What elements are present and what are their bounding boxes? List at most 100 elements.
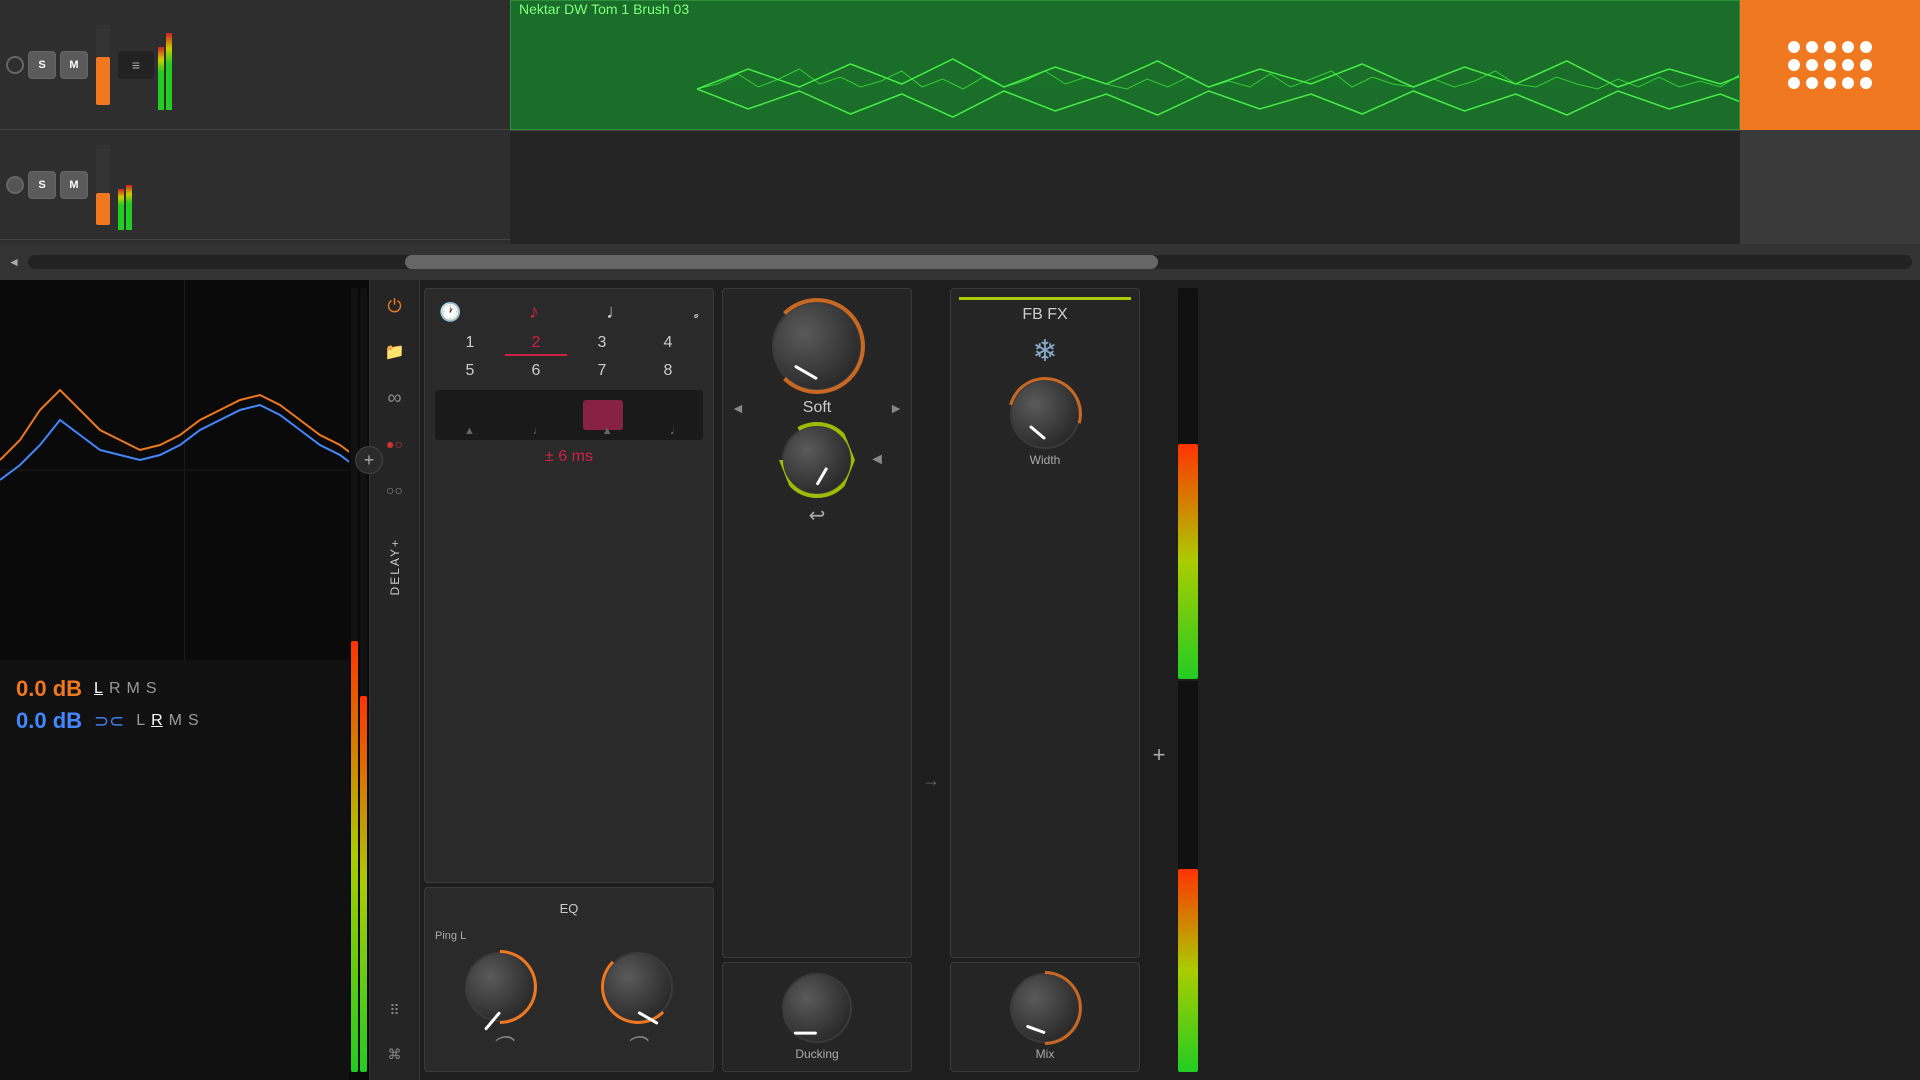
scrollbar-track[interactable] bbox=[28, 255, 1912, 269]
note-icon-half[interactable]: 𝅗 bbox=[693, 302, 699, 323]
track-solo-btn-2[interactable]: S bbox=[28, 171, 56, 199]
panel-arrow: → bbox=[916, 480, 946, 1080]
plugin-power-button[interactable]: ⏻ bbox=[377, 288, 413, 324]
ch-m-label-2[interactable]: M bbox=[169, 712, 182, 730]
track-record-btn-2[interactable] bbox=[6, 176, 24, 194]
logo-dot bbox=[1824, 77, 1836, 89]
scroll-left-arrow[interactable]: ◄ bbox=[8, 255, 20, 269]
circles-icon: ○○ bbox=[386, 482, 403, 498]
eq-knob-1-container bbox=[465, 952, 535, 1022]
logo-dot bbox=[1824, 59, 1836, 71]
track-solo-btn-1[interactable]: S bbox=[28, 51, 56, 79]
soft-next-arrow[interactable]: ► bbox=[889, 400, 903, 416]
ch-r-label-2[interactable]: R bbox=[151, 712, 163, 730]
track-menu-icon[interactable]: ≡ bbox=[132, 57, 140, 73]
grid-num-7[interactable]: 7 bbox=[571, 360, 633, 382]
logo-dot bbox=[1842, 59, 1854, 71]
mix-label: Mix bbox=[1036, 1047, 1055, 1061]
right-vu-fill-2 bbox=[1178, 869, 1198, 1072]
grid-num-8[interactable]: 8 bbox=[637, 360, 699, 382]
track-mute-btn-2[interactable]: M bbox=[60, 171, 88, 199]
grid-icon: ⠿ bbox=[389, 1002, 399, 1019]
time-value: ± 6 ms bbox=[545, 448, 593, 465]
grid-num-4[interactable]: 4 bbox=[637, 332, 699, 356]
right-vu-1 bbox=[1178, 288, 1198, 679]
folder-icon: 📁 bbox=[385, 342, 405, 362]
eq-knob-1[interactable] bbox=[465, 952, 535, 1022]
ch-r-label[interactable]: R bbox=[109, 680, 121, 698]
logo-dot bbox=[1806, 77, 1818, 89]
fbfx-title: FB FX bbox=[1022, 306, 1067, 323]
ch-s-label-2[interactable]: S bbox=[188, 712, 199, 730]
grid-numbers: 1 2 3 4 5 6 7 8 bbox=[435, 332, 703, 382]
vu-fill-right bbox=[360, 696, 367, 1072]
soft-knob2-container: ◄ bbox=[731, 425, 903, 495]
app-logo bbox=[1740, 0, 1920, 130]
grid-num-2[interactable]: 2 bbox=[505, 332, 567, 356]
grid-num-5[interactable]: 5 bbox=[439, 360, 501, 382]
plugin-circles-button[interactable]: ○○ bbox=[377, 472, 413, 508]
grid-num-6[interactable]: 6 bbox=[505, 360, 567, 382]
soft-nav: ◄ Soft ► bbox=[731, 399, 903, 417]
plugin-link-button[interactable]: ∞ bbox=[377, 380, 413, 416]
ducking-label: Ducking bbox=[795, 1047, 838, 1061]
note-icon-quarter[interactable]: ♩ bbox=[606, 301, 626, 324]
return-sync-icon[interactable]: ↩ bbox=[809, 503, 826, 528]
logo-dot bbox=[1824, 41, 1836, 53]
daw-bottom: + 0.0 dB L R M S 0.0 dB ⊃⊂ L R M S bbox=[0, 280, 1920, 1080]
track-record-btn-1[interactable] bbox=[6, 56, 24, 74]
grid-num-1[interactable]: 1 bbox=[439, 332, 501, 356]
plugin-key-button[interactable]: ⌘ bbox=[377, 1036, 413, 1072]
logo-dot bbox=[1788, 59, 1800, 71]
mix-section: Mix bbox=[950, 962, 1140, 1072]
delay-plugin-main: 🕐 ♪ ♩ 𝅗 1 2 3 4 5 6 7 8 ▲ ♩ bbox=[424, 288, 714, 1072]
track-timeline-2 bbox=[510, 130, 1740, 260]
playhead-arrow-4: 𝅘𝅥 bbox=[671, 425, 675, 438]
knob2-side-arrow[interactable]: ◄ bbox=[869, 451, 885, 469]
ch-l-label[interactable]: L bbox=[94, 680, 103, 698]
vu-strip-left bbox=[351, 288, 358, 1072]
soft-knob-2[interactable] bbox=[782, 425, 852, 495]
scope-waveform-svg bbox=[0, 280, 369, 660]
add-panel-btn[interactable]: + bbox=[1144, 430, 1174, 1080]
plugin-grid-button[interactable]: ⠿ bbox=[377, 992, 413, 1028]
fbfx-panel: FB FX ❄ Width bbox=[950, 288, 1140, 958]
lopass-filter-icon[interactable]: ⌒ bbox=[626, 1030, 646, 1059]
width-knob[interactable] bbox=[1010, 379, 1080, 449]
daw-top-area: S M ≡ S M bbox=[0, 0, 1920, 280]
hipass-filter-icon[interactable]: ⌒ bbox=[492, 1030, 512, 1059]
eq-section: EQ Ping L bbox=[424, 887, 714, 1072]
link-channels-icon[interactable]: ⊃⊂ bbox=[94, 711, 124, 732]
dotted-note-icon[interactable]: ♪ bbox=[529, 301, 539, 324]
soft-knob[interactable] bbox=[772, 301, 862, 391]
grid-num-3[interactable]: 3 bbox=[571, 332, 633, 356]
soft-panel: ◄ Soft ► ◄ ↩ bbox=[722, 288, 912, 958]
scrollbar-thumb[interactable] bbox=[405, 255, 1159, 269]
mix-knob[interactable] bbox=[1010, 973, 1080, 1043]
plugin-folder-button[interactable]: 📁 bbox=[377, 334, 413, 370]
logo-dot bbox=[1842, 41, 1854, 53]
soft-prev-arrow[interactable]: ◄ bbox=[731, 400, 745, 416]
audio-clip-1[interactable]: Nektar DW Tom 1 Brush 03 bbox=[510, 0, 1740, 130]
playhead-arrow-3: ♩ bbox=[533, 425, 544, 438]
ch-m-label-1[interactable]: M bbox=[127, 680, 140, 698]
eq-knob-2[interactable] bbox=[603, 952, 673, 1022]
width-knob-container: Width bbox=[1010, 379, 1080, 467]
clock-icon[interactable]: 🕐 bbox=[439, 302, 461, 323]
ch-l-label-2[interactable]: L bbox=[136, 712, 145, 730]
track-mute-btn-1[interactable]: M bbox=[60, 51, 88, 79]
add-plugin-button[interactable]: + bbox=[355, 446, 383, 474]
ducking-section: Ducking bbox=[722, 962, 912, 1072]
scope-vu-right bbox=[349, 280, 369, 1080]
eq-knob-2-container bbox=[603, 952, 673, 1022]
playhead-area[interactable]: ▲ ♩ ▲ 𝅘𝅥 bbox=[435, 390, 703, 440]
track-row-1: S M ≡ bbox=[0, 0, 510, 130]
ch-s-label-1[interactable]: S bbox=[146, 680, 157, 698]
ducking-knob[interactable] bbox=[782, 973, 852, 1043]
channel-label-row-2: L R M S bbox=[136, 712, 198, 730]
logo-dot bbox=[1842, 77, 1854, 89]
freeze-snowflake-icon[interactable]: ❄ bbox=[1032, 334, 1057, 369]
logo-dot bbox=[1860, 59, 1872, 71]
width-label: Width bbox=[1030, 453, 1061, 467]
vu-meter-2 bbox=[118, 140, 132, 230]
